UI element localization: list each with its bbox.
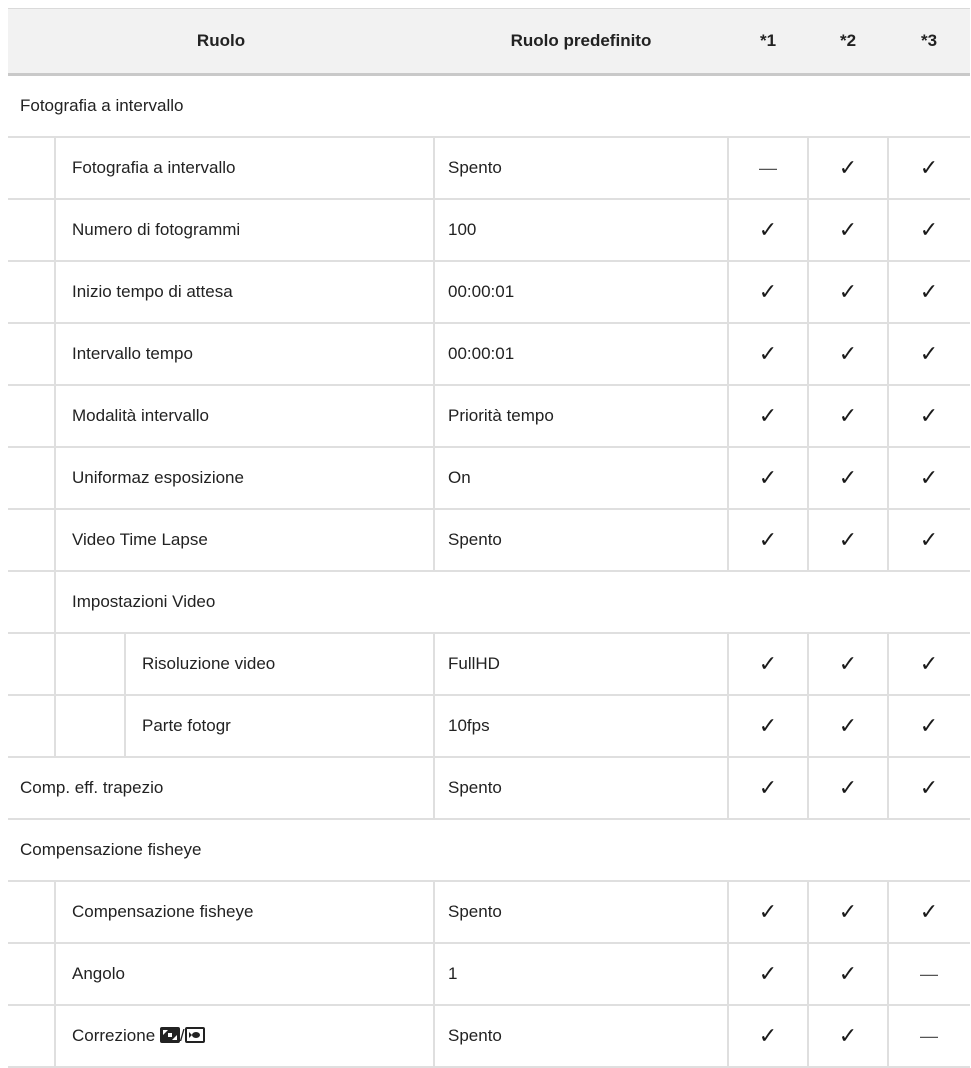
section-title: Compensazione fisheye: [20, 840, 202, 859]
cell-col1: ✓: [758, 217, 778, 242]
table-row: Correzione / Spento ✓ ✓ —: [8, 1006, 970, 1068]
row-default: 100: [448, 220, 477, 239]
cell-col1: ✓: [758, 341, 778, 366]
table-row: Video Time Lapse Spento ✓ ✓ ✓: [8, 510, 970, 572]
row-default: 1: [448, 964, 458, 983]
table-row: Compensazione fisheye Spento ✓ ✓ ✓: [8, 882, 970, 944]
cell-col3: ✓: [919, 279, 939, 304]
row-default: Spento: [448, 1026, 502, 1045]
row-label: Angolo: [72, 964, 125, 983]
aspect-icon: [159, 1027, 180, 1043]
cell-col1: ✓: [758, 899, 778, 924]
cell-col3: ✓: [919, 217, 939, 242]
row-label: Fotografia a intervallo: [72, 158, 236, 177]
table-row: Risoluzione video FullHD ✓ ✓ ✓: [8, 634, 970, 696]
row-label: Inizio tempo di attesa: [72, 282, 233, 301]
table-header: Ruolo Ruolo predefinito *1 *2 *3: [8, 8, 970, 76]
icon-separator: /: [179, 1026, 185, 1045]
cell-col3: ✓: [919, 651, 939, 676]
cell-col3: ✓: [919, 713, 939, 738]
subsection-title: Impostazioni Video: [72, 592, 216, 611]
cell-col1: ✓: [758, 651, 778, 676]
row-default: 00:00:01: [448, 344, 515, 363]
row-default: Spento: [448, 778, 502, 797]
table-row: Uniformaz esposizione On ✓ ✓ ✓: [8, 448, 970, 510]
cell-col2: ✓: [838, 465, 858, 490]
row-default: 00:00:01: [448, 282, 515, 301]
cell-col2: ✓: [838, 279, 858, 304]
cell-col3: ✓: [919, 403, 939, 428]
row-default: 10fps: [448, 716, 490, 735]
row-label: Risoluzione video: [142, 654, 276, 673]
table-row: Modalità intervallo Priorità tempo ✓ ✓ ✓: [8, 386, 970, 448]
table-row: Parte fotogr 10fps ✓ ✓ ✓: [8, 696, 970, 758]
row-default: Priorità tempo: [448, 406, 554, 425]
cell-col3: ✓: [919, 341, 939, 366]
cell-col3: ✓: [919, 899, 939, 924]
cell-col3: ✓: [919, 155, 939, 180]
table-row: Numero di fotogrammi 100 ✓ ✓ ✓: [8, 200, 970, 262]
row-label: Compensazione fisheye: [72, 902, 254, 921]
cell-col3: ✓: [919, 527, 939, 552]
table-row: Intervallo tempo 00:00:01 ✓ ✓ ✓: [8, 324, 970, 386]
cell-col3: ✓: [919, 465, 939, 490]
cell-col3: —: [920, 964, 938, 984]
header-col1: *1: [759, 31, 777, 50]
row-default: On: [448, 468, 471, 487]
cell-col2: ✓: [838, 1023, 858, 1048]
cell-col2: ✓: [838, 155, 858, 180]
fisheye-icon: [184, 1027, 205, 1043]
cell-col1: —: [759, 158, 777, 178]
cell-col3: —: [920, 1026, 938, 1046]
cell-col1: ✓: [758, 1023, 778, 1048]
cell-col1: ✓: [758, 961, 778, 986]
cell-col2: ✓: [838, 341, 858, 366]
section-title: Fotografia a intervallo: [20, 96, 184, 115]
cell-col2: ✓: [838, 899, 858, 924]
header-default: Ruolo predefinito: [510, 31, 652, 50]
cell-col2: ✓: [838, 651, 858, 676]
row-default: Spento: [448, 902, 502, 921]
row-label-correction: Correzione /: [72, 1006, 205, 1066]
cell-col2: ✓: [838, 403, 858, 428]
row-label: Modalità intervallo: [72, 406, 210, 425]
section-row-interval: Fotografia a intervallo: [8, 76, 970, 138]
row-default: Spento: [448, 530, 502, 549]
settings-table: Ruolo Ruolo predefinito *1 *2 *3 Fotogra…: [8, 8, 970, 1068]
table-row-keystone: Comp. eff. trapezio Spento ✓ ✓ ✓: [8, 758, 970, 820]
cell-col2: ✓: [838, 775, 858, 800]
row-default: FullHD: [448, 654, 500, 673]
row-label: Parte fotogr: [142, 716, 231, 735]
row-label: Correzione: [72, 1026, 156, 1045]
row-label: Numero di fotogrammi: [72, 220, 241, 239]
table-row: Inizio tempo di attesa 00:00:01 ✓ ✓ ✓: [8, 262, 970, 324]
row-label: Comp. eff. trapezio: [20, 778, 164, 797]
row-label: Uniformaz esposizione: [72, 468, 244, 487]
header-col2: *2: [839, 31, 857, 50]
cell-col1: ✓: [758, 527, 778, 552]
table-row: Angolo 1 ✓ ✓ —: [8, 944, 970, 1006]
subsection-row-video: Impostazioni Video: [8, 572, 970, 634]
row-label: Video Time Lapse: [72, 530, 208, 549]
row-default: Spento: [448, 158, 502, 177]
cell-col1: ✓: [758, 775, 778, 800]
table-row: Fotografia a intervallo Spento — ✓ ✓: [8, 138, 970, 200]
cell-col2: ✓: [838, 527, 858, 552]
row-label: Intervallo tempo: [72, 344, 193, 363]
header-col3: *3: [920, 31, 938, 50]
cell-col2: ✓: [838, 217, 858, 242]
cell-col2: ✓: [838, 961, 858, 986]
cell-col1: ✓: [758, 279, 778, 304]
header-role: Ruolo: [196, 31, 246, 50]
cell-col1: ✓: [758, 713, 778, 738]
cell-col1: ✓: [758, 403, 778, 428]
cell-col2: ✓: [838, 713, 858, 738]
section-row-fisheye: Compensazione fisheye: [8, 820, 970, 882]
cell-col1: ✓: [758, 465, 778, 490]
cell-col3: ✓: [919, 775, 939, 800]
